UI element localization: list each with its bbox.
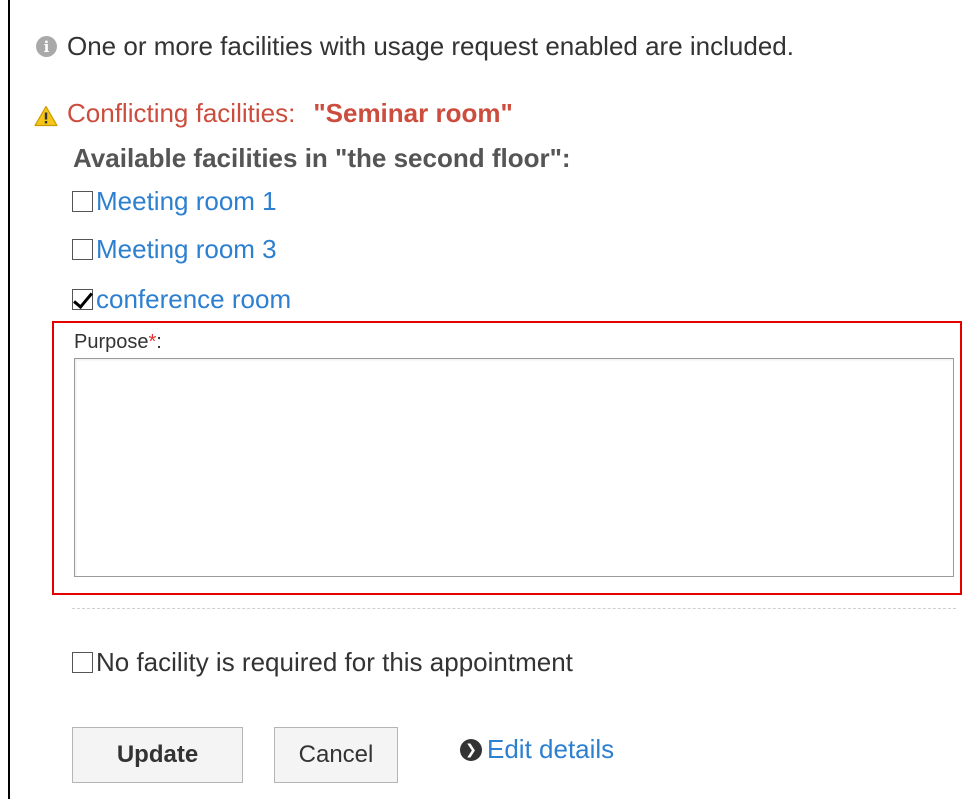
purpose-label: Purpose*: xyxy=(74,331,162,354)
facility-link[interactable]: Meeting room 3 xyxy=(96,234,277,265)
facility-checkbox-checked[interactable] xyxy=(72,289,93,310)
edit-details-label[interactable]: Edit details xyxy=(487,734,614,765)
usage-request-notice-text: One or more facilities with usage reques… xyxy=(67,31,794,61)
cancel-button[interactable]: Cancel xyxy=(274,727,398,783)
no-facility-label: No facility is required for this appoint… xyxy=(96,647,573,677)
update-button[interactable]: Update xyxy=(72,727,243,783)
purpose-label-text: Purpose xyxy=(74,331,149,353)
purpose-section-highlight: Purpose*: xyxy=(52,321,962,595)
facility-option-meeting-room-1[interactable]: Meeting room 1 xyxy=(72,186,277,217)
purpose-label-suffix: : xyxy=(156,331,162,353)
warning-icon xyxy=(34,103,58,126)
chevron-right-circle-icon: ❯ xyxy=(460,738,482,761)
info-icon: i xyxy=(36,36,57,57)
conflict-warning: Conflicting facilities: "Seminar room" xyxy=(34,98,513,129)
usage-request-notice: i One or more facilities with usage requ… xyxy=(36,31,794,62)
section-divider xyxy=(72,608,956,609)
no-facility-option[interactable]: No facility is required for this appoint… xyxy=(72,647,573,678)
conflict-facility-name: "Seminar room" xyxy=(313,98,513,128)
facility-panel: i One or more facilities with usage requ… xyxy=(8,0,963,799)
facility-option-conference-room[interactable]: conference room xyxy=(72,284,291,315)
conflict-label: Conflicting facilities: xyxy=(67,98,296,128)
facility-checkbox[interactable] xyxy=(72,191,93,212)
facility-checkbox[interactable] xyxy=(72,239,93,260)
no-facility-checkbox[interactable] xyxy=(72,652,93,673)
edit-details-link[interactable]: ❯ Edit details xyxy=(460,734,614,765)
facility-link[interactable]: conference room xyxy=(96,284,291,315)
facility-link[interactable]: Meeting room 1 xyxy=(96,186,277,217)
facility-option-meeting-room-3[interactable]: Meeting room 3 xyxy=(72,234,277,265)
purpose-textarea[interactable] xyxy=(74,358,954,577)
available-facilities-heading: Available facilities in "the second floo… xyxy=(73,143,571,173)
